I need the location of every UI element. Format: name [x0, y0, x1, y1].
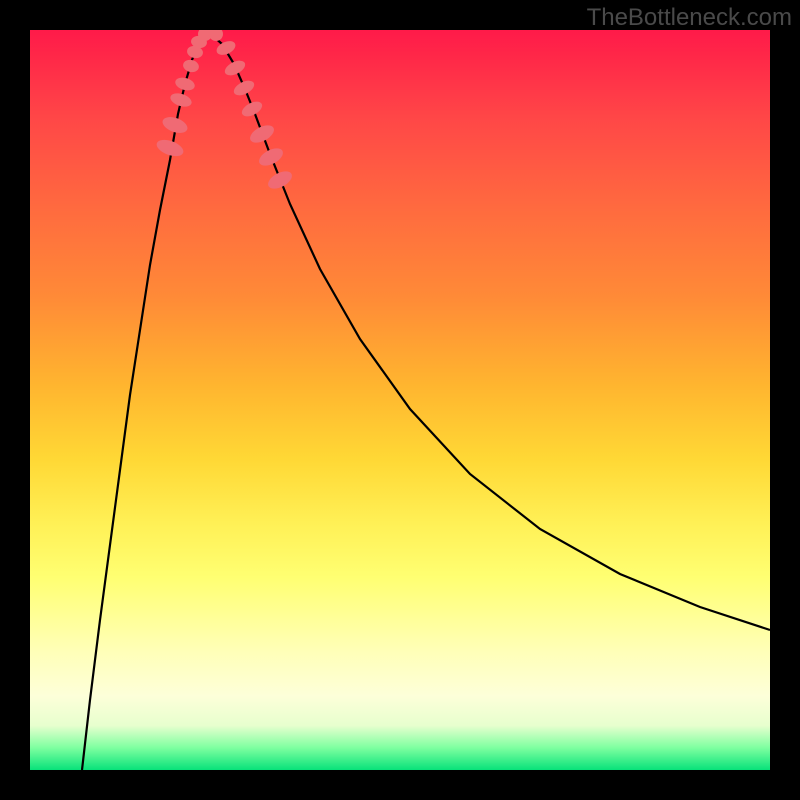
plot-area: [30, 30, 770, 770]
highlight-marker: [174, 75, 197, 92]
highlight-marker: [231, 78, 256, 99]
watermark-text: TheBottleneck.com: [587, 4, 792, 32]
bottleneck-curve: [82, 34, 770, 770]
highlight-marker: [265, 168, 295, 193]
highlight-marker: [239, 99, 264, 120]
highlight-marker: [209, 30, 223, 41]
chart-frame: TheBottleneck.com: [0, 0, 800, 800]
highlight-markers: [154, 30, 294, 192]
highlight-marker: [169, 91, 194, 109]
chart-svg: [30, 30, 770, 770]
highlight-marker: [182, 58, 200, 74]
highlight-marker: [247, 122, 277, 147]
highlight-marker: [222, 58, 247, 79]
highlight-marker: [256, 145, 286, 170]
